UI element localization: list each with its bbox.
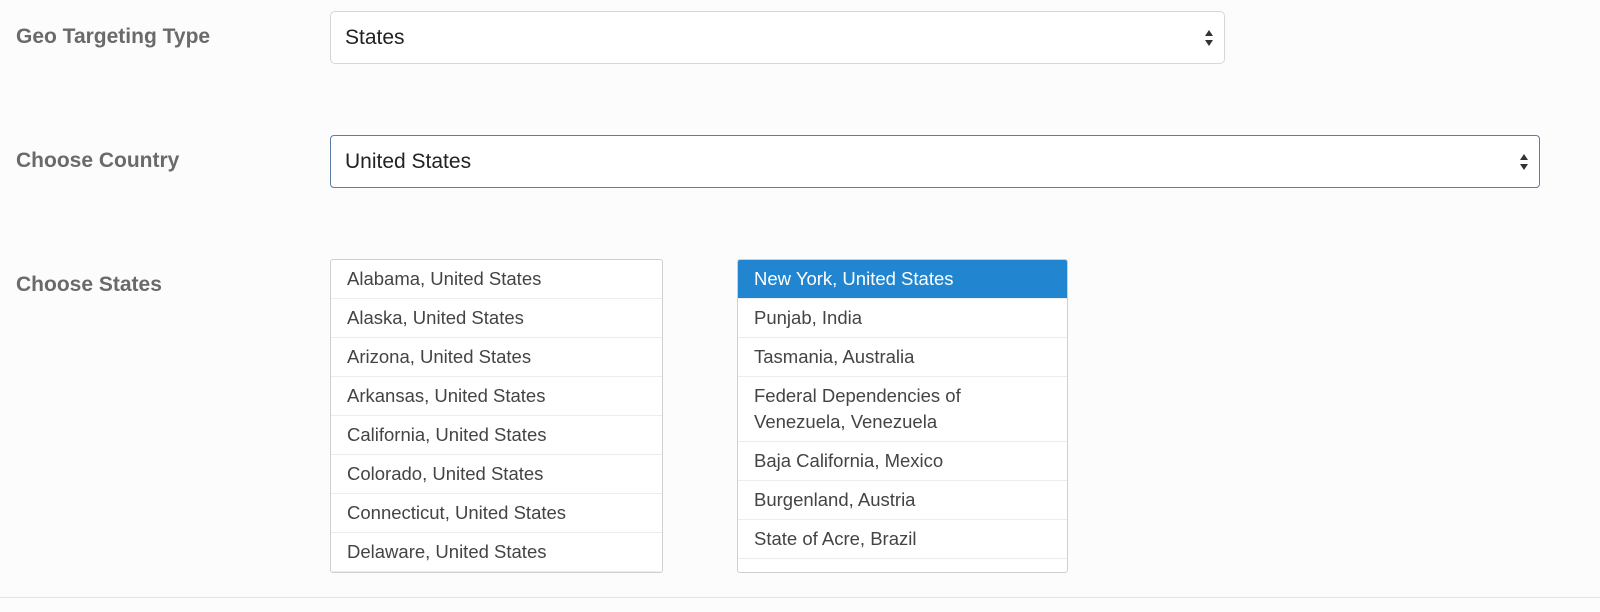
list-item[interactable]: Baja California, Mexico <box>738 442 1067 481</box>
select-arrows-icon <box>1205 29 1213 46</box>
list-item[interactable]: California, United States <box>331 416 662 455</box>
choose-country-select[interactable]: United States <box>330 135 1540 188</box>
choose-country-label: Choose Country <box>16 149 180 172</box>
select-arrows-icon <box>1520 153 1528 170</box>
list-item[interactable]: District of Columbia, United <box>331 572 662 573</box>
list-item[interactable]: Alabama, United States <box>331 260 662 299</box>
geo-targeting-type-select[interactable]: States <box>330 11 1225 64</box>
list-item[interactable]: Punjab, India <box>738 299 1067 338</box>
chosen-states-listbox[interactable]: New York, United States Punjab, India Tasm… <box>737 259 1068 573</box>
list-item[interactable]: Federal Dependencies of Venezuela, Venez… <box>738 377 1067 442</box>
divider <box>0 597 1600 598</box>
list-item[interactable]: Colorado, United States <box>331 455 662 494</box>
choose-states-label: Choose States <box>16 273 162 296</box>
list-item[interactable]: New York, United States <box>738 260 1067 299</box>
list-item[interactable]: Arkansas, United States <box>331 377 662 416</box>
choose-country-value: United States <box>345 149 472 173</box>
list-item[interactable]: Tasmania, Australia <box>738 338 1067 377</box>
list-item[interactable]: Arizona, United States <box>331 338 662 377</box>
geo-targeting-type-value: States <box>345 25 405 49</box>
list-item[interactable]: Delaware, United States <box>331 533 662 572</box>
geo-targeting-type-label: Geo Targeting Type <box>16 25 211 48</box>
list-item[interactable]: State of Acre, Brazil <box>738 520 1067 559</box>
available-states-listbox[interactable]: Alabama, United States Alaska, United Sta… <box>330 259 663 573</box>
list-item[interactable]: Burgenland, Austria <box>738 481 1067 520</box>
list-item[interactable]: Connecticut, United States <box>331 494 662 533</box>
list-item[interactable]: Alaska, United States <box>331 299 662 338</box>
